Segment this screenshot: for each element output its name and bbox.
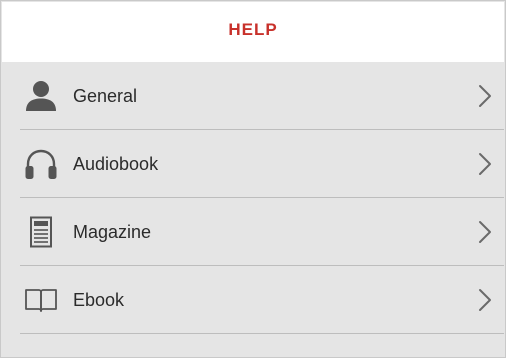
open-book-icon: [24, 284, 58, 316]
divider: [20, 333, 504, 334]
help-screen: HELP General Audiobook Magazine Ebook: [0, 0, 506, 358]
page-title: HELP: [228, 20, 278, 39]
help-menu-list: General Audiobook Magazine Ebook: [2, 62, 504, 334]
help-item-label: General: [73, 85, 138, 106]
help-item-audiobook[interactable]: Audiobook: [2, 130, 504, 198]
help-item-general[interactable]: General: [2, 62, 504, 130]
chevron-right-icon: [479, 289, 491, 311]
help-item-label: Ebook: [73, 289, 125, 310]
headphones-icon: [24, 148, 58, 180]
chevron-right-icon: [479, 221, 491, 243]
chevron-right-icon: [479, 85, 491, 107]
magazine-icon: [24, 216, 58, 248]
help-item-label: Magazine: [73, 221, 152, 242]
header-bar: HELP: [2, 2, 504, 62]
help-item-magazine[interactable]: Magazine: [2, 198, 504, 266]
person-icon: [24, 80, 58, 112]
chevron-right-icon: [479, 153, 491, 175]
help-item-label: Audiobook: [73, 153, 159, 174]
help-item-ebook[interactable]: Ebook: [2, 266, 504, 334]
